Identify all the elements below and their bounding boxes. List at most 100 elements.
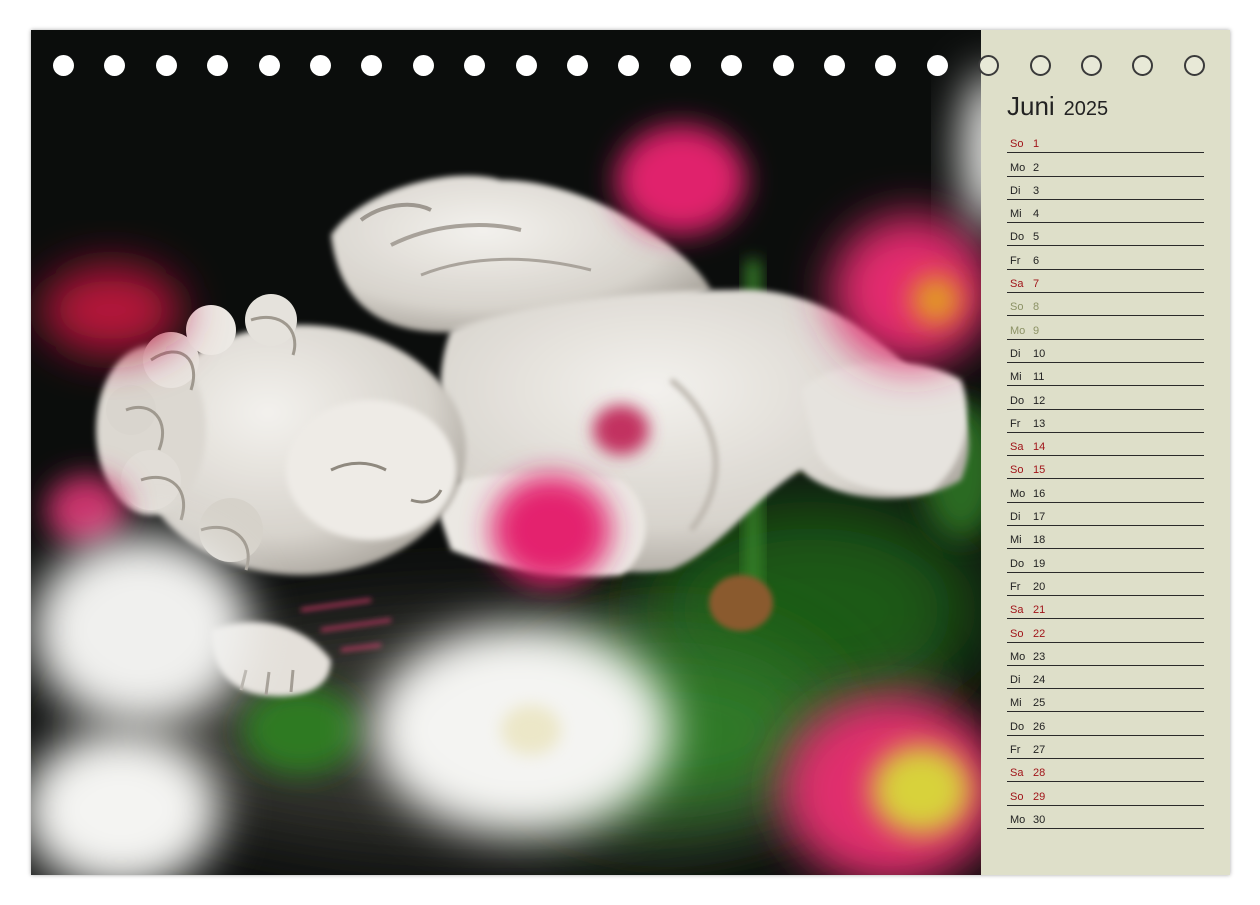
- day-row: Fr 13: [1007, 410, 1204, 433]
- calendar-page: Juni 2025 So 1 Mo 2 Di 3 Mi 4 Do 5 Fr 6 Sa 7 So 8 Mo 9 Di 1…: [31, 30, 1230, 875]
- weekday-label: Mo: [1010, 813, 1026, 826]
- binding-hole: [53, 55, 74, 76]
- day-row: So 29: [1007, 782, 1204, 806]
- weekday-label: Di: [1010, 184, 1021, 197]
- day-number: 22: [1033, 627, 1046, 640]
- calendar-photo: [31, 30, 981, 875]
- weekday-label: Do: [1010, 557, 1025, 570]
- binding-hole: [515, 55, 537, 76]
- weekday-label: Fr: [1010, 580, 1021, 593]
- binding-hole: [618, 55, 640, 76]
- weekday-label: Mo: [1010, 487, 1026, 500]
- weekday-label: Mi: [1010, 697, 1022, 710]
- binding-hole: [1132, 55, 1154, 76]
- weekday-label: Do: [1010, 720, 1025, 733]
- weekday-label: Mi: [1010, 371, 1022, 384]
- day-number: 8: [1033, 301, 1040, 314]
- day-number: 24: [1033, 674, 1046, 687]
- day-number: 5: [1033, 231, 1040, 244]
- day-row: Do 19: [1007, 549, 1204, 573]
- weekday-label: Mo: [1010, 161, 1026, 174]
- binding-hole: [978, 55, 1000, 76]
- weekday-label: Mo: [1010, 650, 1026, 663]
- day-row: Di 3: [1007, 177, 1204, 200]
- binding-holes: [31, 55, 1230, 79]
- angel-photo-illustration: [31, 30, 981, 875]
- binding-hole: [772, 55, 794, 76]
- day-number: 28: [1033, 767, 1046, 780]
- weekday-label: Sa: [1010, 441, 1024, 454]
- weekday-label: Fr: [1010, 417, 1021, 430]
- day-row: Fr 6: [1007, 246, 1204, 270]
- binding-hole: [926, 55, 948, 76]
- day-row: Mo 30: [1007, 806, 1204, 829]
- day-number: 1: [1033, 138, 1040, 151]
- day-row: Di 17: [1007, 503, 1204, 527]
- day-number: 4: [1033, 208, 1040, 221]
- day-row: Mi 25: [1007, 689, 1204, 713]
- binding-hole: [464, 55, 486, 76]
- month-year: 2025: [1063, 98, 1109, 120]
- day-number: 18: [1033, 534, 1046, 547]
- day-number: 14: [1033, 441, 1046, 454]
- day-row: Do 12: [1007, 386, 1204, 410]
- day-row: Sa 21: [1007, 596, 1204, 620]
- day-number: 21: [1033, 604, 1046, 617]
- day-row: Do 26: [1007, 712, 1204, 736]
- day-number: 10: [1033, 347, 1046, 360]
- calendar-sidebar: Juni 2025 So 1 Mo 2 Di 3 Mi 4 Do 5 Fr 6 Sa 7 So 8 Mo 9 Di 1…: [981, 30, 1230, 875]
- day-row: Fr 20: [1007, 573, 1204, 596]
- day-row: Sa 28: [1007, 759, 1204, 783]
- binding-hole: [824, 55, 845, 76]
- day-number: 30: [1033, 813, 1046, 826]
- weekday-label: Mo: [1010, 324, 1026, 337]
- weekday-label: Mi: [1010, 208, 1022, 221]
- day-row: So 22: [1007, 619, 1204, 643]
- day-row: Di 10: [1007, 340, 1204, 363]
- day-row: Di 24: [1007, 666, 1204, 690]
- day-number: 16: [1033, 487, 1046, 500]
- day-number: 11: [1033, 371, 1045, 384]
- weekday-label: So: [1010, 464, 1024, 477]
- day-number: 23: [1033, 650, 1046, 663]
- weekday-label: Sa: [1010, 278, 1024, 291]
- day-number: 12: [1033, 394, 1046, 407]
- weekday-label: Sa: [1010, 604, 1024, 617]
- day-row: Sa 7: [1007, 270, 1204, 294]
- binding-hole: [669, 55, 691, 76]
- day-row: Mi 11: [1007, 363, 1204, 387]
- weekday-label: So: [1010, 301, 1024, 314]
- day-number: 17: [1033, 511, 1046, 524]
- day-number: 20: [1033, 580, 1046, 593]
- day-row: Mi 18: [1007, 526, 1204, 550]
- day-number: 27: [1033, 744, 1046, 757]
- weekday-label: Mi: [1010, 534, 1022, 547]
- weekday-label: So: [1010, 627, 1024, 640]
- day-number: 19: [1033, 557, 1046, 570]
- day-row: Mi 4: [1007, 200, 1204, 224]
- weekday-label: So: [1010, 138, 1024, 151]
- weekday-label: So: [1010, 790, 1024, 803]
- binding-hole: [361, 55, 383, 76]
- day-row: So 15: [1007, 456, 1204, 480]
- binding-hole: [104, 55, 126, 76]
- day-row: Mo 9: [1007, 316, 1204, 340]
- binding-hole: [721, 55, 743, 76]
- weekday-label: Do: [1010, 231, 1025, 244]
- day-row: Do 5: [1007, 223, 1204, 247]
- month-title: Juni 2025: [1007, 86, 1108, 123]
- binding-hole: [207, 55, 229, 76]
- binding-hole: [1081, 55, 1102, 76]
- day-number: 29: [1033, 790, 1046, 803]
- binding-hole: [1183, 55, 1205, 76]
- binding-hole: [155, 55, 177, 76]
- day-row: So 8: [1007, 293, 1204, 317]
- binding-hole: [310, 55, 331, 76]
- weekday-label: Di: [1010, 511, 1021, 524]
- day-row: Mo 2: [1007, 153, 1204, 177]
- binding-hole: [1029, 55, 1051, 76]
- day-row: Fr 27: [1007, 736, 1204, 760]
- binding-hole: [412, 55, 434, 76]
- day-number: 13: [1033, 417, 1046, 430]
- weekday-label: Do: [1010, 394, 1025, 407]
